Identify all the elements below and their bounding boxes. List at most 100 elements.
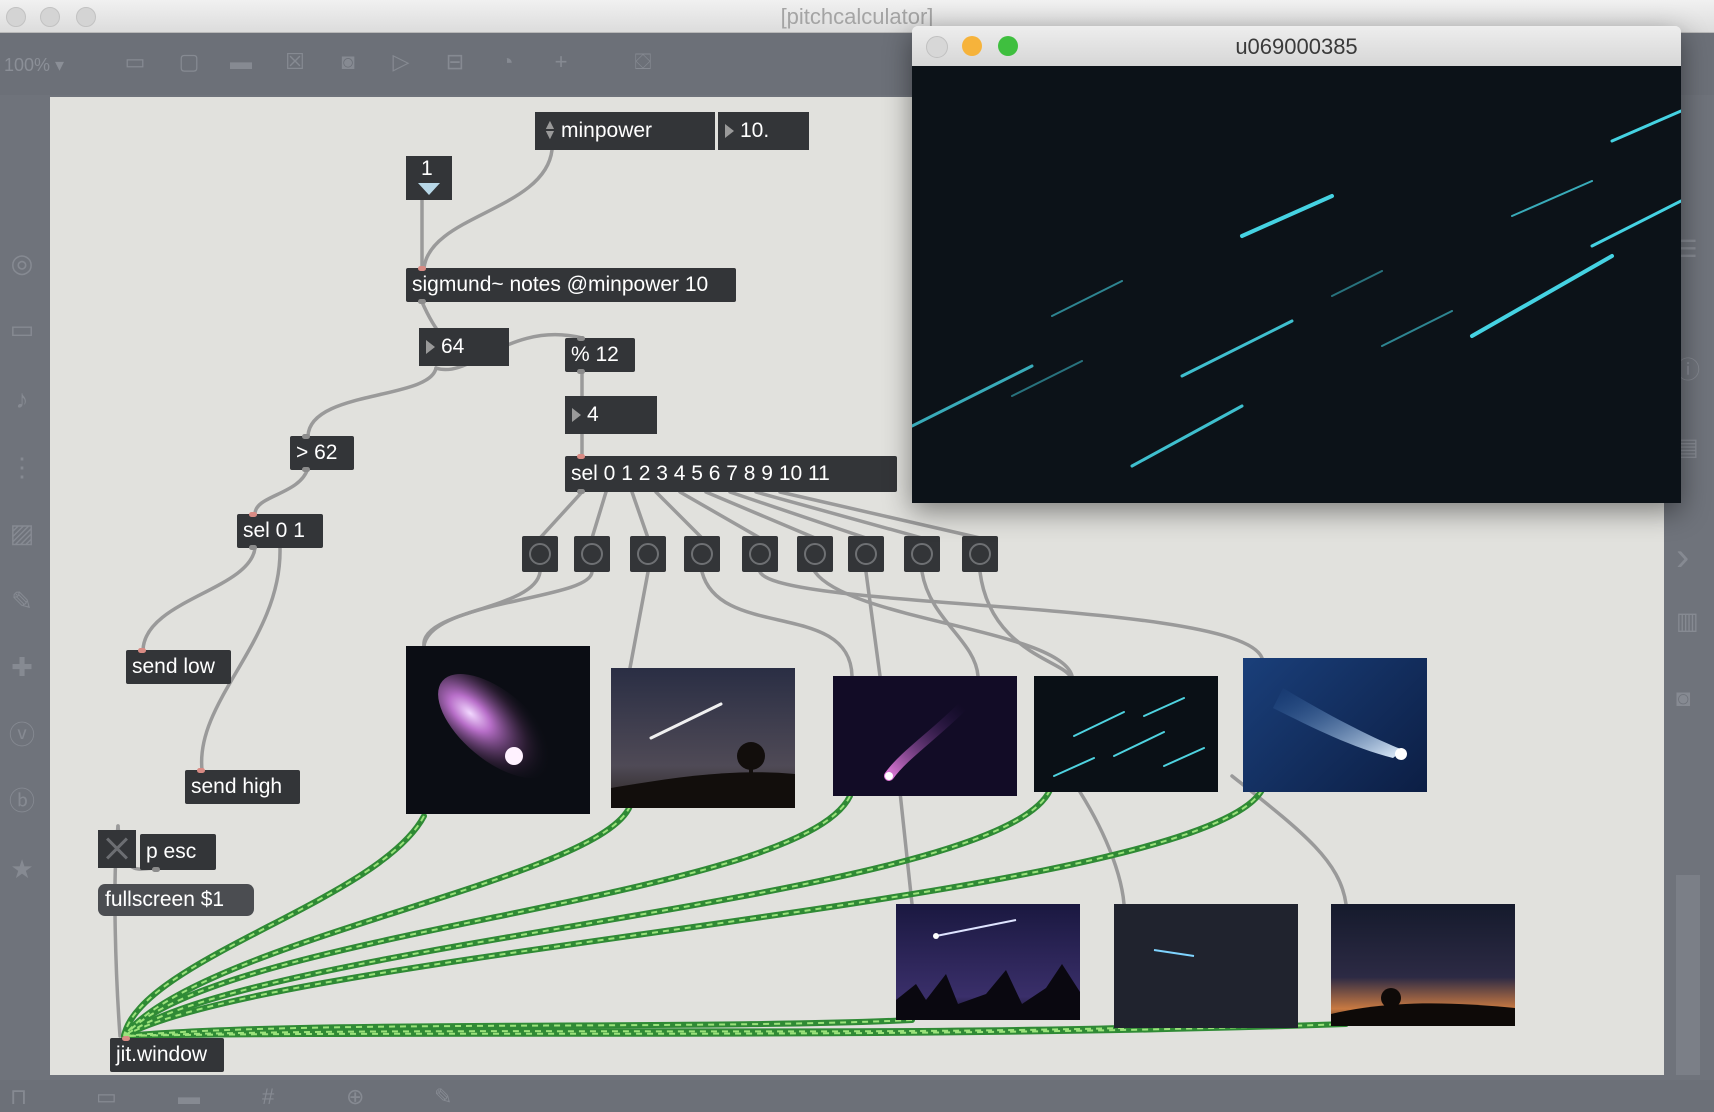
sel-pitch-object[interactable]: sel 0 1 2 3 4 5 6 7 8 9 10 11	[565, 454, 897, 494]
image-icon[interactable]: ▨	[6, 517, 38, 549]
minpower-number-box[interactable]: 10.	[718, 112, 809, 150]
pitch-number-box[interactable]: 64	[419, 328, 509, 366]
int-message-box[interactable]: 1	[406, 156, 452, 200]
bang-circle-icon	[969, 543, 991, 565]
book-icon[interactable]: ▥	[1676, 607, 1699, 636]
send-high-inlet	[197, 768, 205, 773]
minpower-value: 10.	[740, 119, 770, 142]
toggle-icon[interactable]: ☒	[280, 47, 310, 77]
sigmund-object[interactable]: sigmund~ notes @minpower 10	[406, 266, 736, 304]
message-icon[interactable]: ▢	[174, 47, 204, 77]
bang-circle-icon	[911, 543, 933, 565]
subwindow-title: u069000385	[1235, 34, 1358, 59]
bottom-toolbar: ⊓ ▭ ▬ # ⊕ ✎	[0, 1080, 1714, 1112]
bang-icon[interactable]: ◙	[333, 47, 363, 77]
bang-7[interactable]	[848, 536, 884, 572]
presentation-icon[interactable]: ▭	[96, 1084, 117, 1110]
jit-window-object[interactable]: jit.window	[110, 1036, 224, 1072]
gt-object[interactable]: > 62	[290, 434, 354, 472]
vizzie-icon[interactable]: ⓥ	[6, 719, 38, 751]
slider-icon[interactable]: ⊟	[440, 47, 470, 77]
star-icon[interactable]: ★	[6, 853, 38, 885]
wrench-icon[interactable]: ✎	[434, 1084, 452, 1110]
sigmund-inlet	[418, 266, 426, 271]
button-icon[interactable]: ▷	[386, 47, 416, 77]
p-esc-object[interactable]: p esc	[140, 834, 216, 872]
comment-icon[interactable]: ▬	[226, 47, 256, 77]
comet-image-6[interactable]	[896, 904, 1080, 1020]
comet-image-7[interactable]	[1114, 904, 1298, 1028]
bang-1[interactable]	[522, 536, 558, 572]
sel-range-object[interactable]: sel 0 1	[237, 512, 323, 550]
bang-2[interactable]	[574, 536, 610, 572]
zoom-level[interactable]: 100% ▾	[4, 55, 64, 76]
triangle-down-icon	[418, 183, 440, 195]
new-object-icon[interactable]: ▭	[120, 47, 150, 77]
jit-output-window[interactable]: u069000385	[912, 26, 1681, 503]
dial-icon[interactable]: ◔	[492, 47, 522, 77]
comet-image-8[interactable]	[1331, 904, 1515, 1026]
send-low-object[interactable]: send low	[126, 648, 231, 684]
number-triangle-icon	[426, 340, 435, 354]
bang-3[interactable]	[630, 536, 666, 572]
fullscreen-toggle[interactable]	[98, 830, 136, 868]
bang-9[interactable]	[962, 536, 998, 572]
comet-forest-graphic	[896, 919, 1080, 1020]
plus-icon[interactable]: +	[546, 47, 576, 77]
sel-pitch-text: sel 0 1 2 3 4 5 6 7 8 9 10 11	[571, 462, 830, 485]
minpower-attrui[interactable]: ▲ ▼ minpower	[535, 112, 715, 150]
p-esc-text: p esc	[146, 840, 197, 863]
comet-silhouette-graphic	[611, 702, 795, 808]
paperclip-icon[interactable]: ✎	[6, 585, 38, 617]
puzzle-icon[interactable]: ✚	[6, 651, 38, 683]
sel-pitch-outlet	[577, 489, 585, 494]
bang-circle-icon	[804, 543, 826, 565]
stepper-icon: ▲ ▼	[543, 116, 557, 142]
comet-image-5[interactable]	[1243, 658, 1427, 792]
meteor-shower-graphic	[1053, 697, 1205, 777]
fullscreen-message[interactable]: fullscreen $1	[98, 884, 254, 916]
meteor-shower-render	[912, 109, 1681, 468]
jit-window-text: jit.window	[116, 1043, 208, 1066]
left-sidebar: ◎ ▭ ♪ ⋮ ▨ ✎ ✚ ⓥ ⓑ ★	[0, 95, 50, 1080]
mod-inlet	[577, 336, 585, 341]
lock-icon[interactable]: ⊓	[10, 1084, 27, 1110]
comet-image-2[interactable]	[611, 668, 795, 808]
bang-circle-icon	[855, 543, 877, 565]
send-high-object[interactable]: send high	[185, 768, 300, 804]
comet-image-4[interactable]	[1034, 676, 1218, 792]
chevron-right-icon[interactable]: ›	[1676, 535, 1689, 580]
sequence-icon[interactable]: ⋮	[6, 451, 38, 483]
fullscreen-text: fullscreen $1	[105, 888, 225, 911]
paint-bucket-icon[interactable]: ⛋	[628, 47, 658, 77]
gt-inlet	[302, 434, 310, 439]
bang-circle-icon	[749, 543, 771, 565]
beap-icon[interactable]: ⓑ	[6, 785, 38, 817]
jit-output-view	[912, 66, 1681, 503]
grid-icon[interactable]: #	[262, 1084, 274, 1110]
audio-icon[interactable]: ◎	[6, 247, 38, 279]
mod-text: % 12	[571, 343, 619, 366]
bang-5[interactable]	[742, 536, 778, 572]
new-object-plus-icon[interactable]: ⊕	[346, 1084, 364, 1110]
mod-object[interactable]: % 12	[565, 336, 635, 374]
gt-text: > 62	[296, 441, 338, 464]
send-high-text: send high	[191, 775, 283, 798]
milky-way-graphic	[1331, 988, 1515, 1026]
bang-circle-icon	[637, 543, 659, 565]
layout-icon[interactable]: ▬	[178, 1084, 200, 1110]
pitchclass-number-box[interactable]: 4	[565, 396, 657, 434]
snapshot-icon[interactable]: ◙	[1676, 685, 1691, 713]
music-note-icon[interactable]: ♪	[6, 383, 38, 415]
bang-8[interactable]	[904, 536, 940, 572]
comet-image-1[interactable]	[406, 646, 590, 814]
bang-circle-icon	[581, 543, 603, 565]
bang-6[interactable]	[797, 536, 833, 572]
camera-icon[interactable]: ▭	[6, 313, 38, 345]
bang-circle-icon	[529, 543, 551, 565]
comet-image-3[interactable]	[833, 676, 1017, 796]
minpower-label: minpower	[561, 119, 653, 142]
send-low-text: send low	[132, 655, 215, 678]
comet-blue-graphic	[1273, 688, 1407, 760]
bang-4[interactable]	[684, 536, 720, 572]
